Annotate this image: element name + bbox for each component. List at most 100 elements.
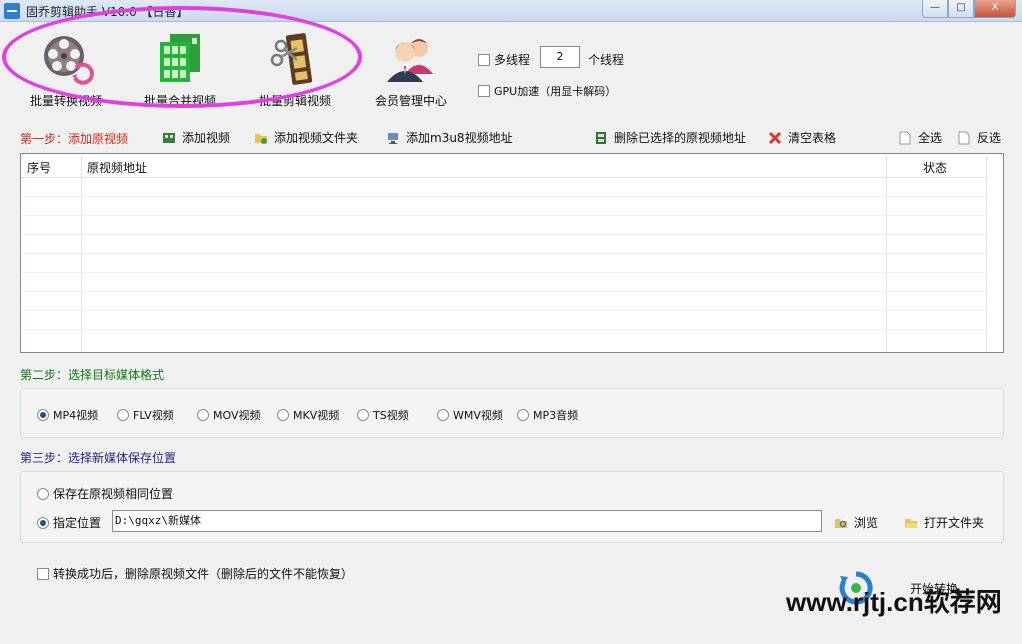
- window-controls: — □ X: [922, 0, 1016, 18]
- invert-select-button[interactable]: 反选: [957, 129, 1001, 146]
- batch-clip-label: 批量剪辑视频: [259, 94, 332, 108]
- title-bar: 固乔剪辑助手 V10.0 【日香】 — □ X: [0, 0, 1022, 22]
- delete-film-icon: [594, 131, 608, 145]
- radio-mp4[interactable]: [37, 409, 49, 421]
- gpu-label: GPU加速（用显卡解码）: [494, 85, 617, 98]
- table-row: [21, 310, 987, 311]
- member-center-button[interactable]: 会员管理中心: [375, 30, 447, 109]
- format-option-mov[interactable]: MOV视频: [197, 407, 260, 423]
- radio-wmv[interactable]: [437, 409, 449, 421]
- gpu-checkbox-box[interactable]: [478, 85, 490, 97]
- format-label: TS视频: [373, 409, 409, 422]
- radio-mov[interactable]: [197, 409, 209, 421]
- format-option-flv[interactable]: FLV视频: [117, 407, 174, 423]
- film-reel-icon: [38, 30, 94, 86]
- page-icon: [898, 131, 912, 145]
- format-option-mp4[interactable]: MP4视频: [37, 407, 98, 423]
- table-row: [21, 272, 987, 273]
- multithread-checkbox-box[interactable]: [478, 53, 490, 66]
- batch-convert-button[interactable]: 批量转换视频: [30, 30, 102, 109]
- delete-after-checkbox[interactable]: 转换成功后，删除原视频文件（删除后的文件不能恢复）: [37, 565, 353, 582]
- network-icon: [386, 131, 400, 145]
- table-scrollbar[interactable]: [986, 154, 1003, 352]
- same-location-option[interactable]: 保存在原视频相同位置: [37, 485, 173, 502]
- batch-clip-button[interactable]: 批量剪辑视频: [259, 30, 331, 109]
- specify-location-label: 指定位置: [53, 516, 102, 530]
- open-folder-label: 打开文件夹: [924, 516, 985, 530]
- close-button[interactable]: X: [974, 0, 1016, 18]
- users-icon: [383, 30, 439, 86]
- same-location-label: 保存在原视频相同位置: [53, 487, 174, 501]
- window-title: 固乔剪辑助手 V10.0 【日香】: [26, 5, 189, 19]
- add-video-label: 添加视频: [182, 131, 231, 145]
- clear-table-button[interactable]: 清空表格: [768, 129, 836, 146]
- add-m3u8-button[interactable]: 添加m3u8视频地址: [386, 129, 513, 146]
- column-source-path[interactable]: 原视频地址: [87, 159, 147, 176]
- member-center-label: 会员管理中心: [375, 94, 448, 108]
- table-row: [21, 329, 987, 330]
- column-status[interactable]: 状态: [923, 159, 947, 176]
- video-list-table[interactable]: 序号 原视频地址 状态: [20, 153, 1004, 353]
- delete-after-checkbox-box[interactable]: [37, 567, 49, 580]
- app-icon: [4, 3, 20, 19]
- step3-heading: 第三步：选择新媒体保存位置: [20, 451, 177, 465]
- step2-heading: 第二步：选择目标媒体格式: [20, 368, 165, 382]
- table-row: [21, 196, 987, 197]
- batch-merge-label: 批量合并视频: [144, 94, 217, 108]
- step1-heading: 第一步：添加原视频: [20, 132, 129, 146]
- format-label: MP3音频: [533, 409, 579, 422]
- radio-flv[interactable]: [117, 409, 129, 421]
- minimize-button[interactable]: —: [922, 0, 948, 18]
- add-video-icon: [162, 131, 176, 145]
- radio-mkv[interactable]: [277, 409, 289, 421]
- site-watermark: www.rjtj.cn软荐网: [786, 587, 1002, 617]
- radio-mp3[interactable]: [517, 409, 529, 421]
- folder-add-icon: [254, 131, 268, 145]
- folder-open-icon: [904, 516, 918, 530]
- table-row: [21, 253, 987, 254]
- thread-suffix-label: 个线程: [588, 53, 625, 67]
- thread-count-input[interactable]: 2: [540, 46, 580, 68]
- invert-select-label: 反选: [977, 131, 1002, 145]
- delete-after-label: 转换成功后，删除原视频文件（删除后的文件不能恢复）: [53, 567, 354, 581]
- maximize-button[interactable]: □: [948, 0, 974, 18]
- table-header: 序号 原视频地址 状态: [21, 154, 1003, 178]
- multithread-label: 多线程: [494, 53, 531, 67]
- add-m3u8-label: 添加m3u8视频地址: [406, 131, 513, 145]
- multithread-checkbox[interactable]: 多线程: [478, 51, 530, 68]
- format-label: WMV视频: [453, 409, 503, 422]
- batch-merge-button[interactable]: 批量合并视频: [144, 30, 216, 109]
- film-strip-scissors-icon: [267, 30, 323, 86]
- column-index[interactable]: 序号: [27, 159, 51, 176]
- format-label: MOV视频: [213, 409, 261, 422]
- add-folder-button[interactable]: 添加视频文件夹: [254, 129, 358, 146]
- delete-selected-button[interactable]: 删除已选择的原视频地址: [594, 129, 746, 146]
- radio-same-location[interactable]: [37, 487, 49, 500]
- format-label: MP4视频: [53, 409, 99, 422]
- format-option-mkv[interactable]: MKV视频: [277, 407, 339, 423]
- clear-table-label: 清空表格: [788, 131, 837, 145]
- radio-ts[interactable]: [357, 409, 369, 421]
- browse-button[interactable]: 浏览: [834, 514, 878, 531]
- batch-convert-label: 批量转换视频: [30, 94, 103, 108]
- save-path-input[interactable]: D:\gqxz\新媒体: [112, 510, 822, 532]
- select-all-button[interactable]: 全选: [898, 129, 942, 146]
- table-row: [21, 291, 987, 292]
- specify-location-option[interactable]: 指定位置: [37, 514, 101, 531]
- gpu-checkbox[interactable]: GPU加速（用显卡解码）: [478, 83, 616, 99]
- open-folder-button[interactable]: 打开文件夹: [904, 514, 984, 531]
- table-row: [21, 234, 987, 235]
- red-x-icon: [768, 131, 782, 145]
- table-row: [21, 215, 987, 216]
- save-location-group: [20, 471, 1004, 543]
- page-icon: [957, 131, 971, 145]
- format-option-wmv[interactable]: WMV视频: [437, 407, 503, 423]
- format-label: FLV视频: [133, 409, 174, 422]
- merge-blocks-icon: [152, 30, 208, 86]
- format-label: MKV视频: [293, 409, 340, 422]
- format-option-mp3[interactable]: MP3音频: [517, 407, 578, 423]
- folder-search-icon: [834, 516, 848, 530]
- add-video-button[interactable]: 添加视频: [162, 129, 230, 146]
- radio-specify-location[interactable]: [37, 516, 49, 529]
- format-option-ts[interactable]: TS视频: [357, 407, 409, 423]
